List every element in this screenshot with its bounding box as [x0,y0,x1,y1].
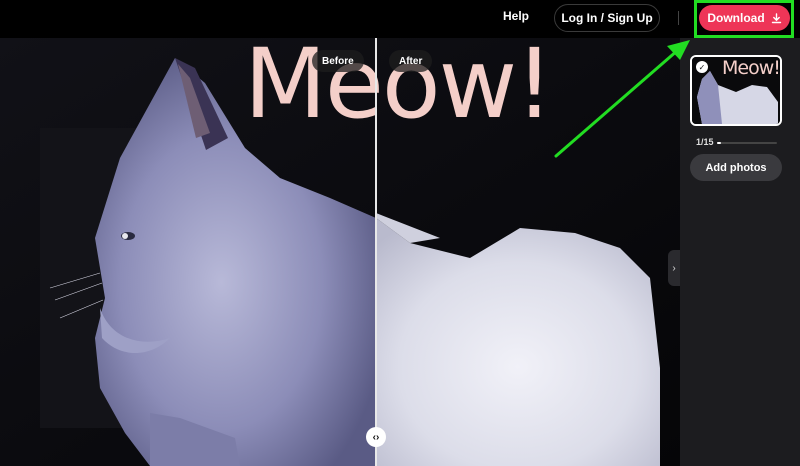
compare-divider[interactable] [375,38,377,466]
download-button[interactable]: Download [699,5,790,31]
split-handle-icon[interactable]: ‹› [366,427,386,447]
photo-progress-bar [717,142,777,144]
thumbnail-overlay-text: Meow! [722,57,780,79]
login-signup-button[interactable]: Log In / Sign Up [554,4,660,32]
help-link[interactable]: Help [503,9,529,23]
divider [678,11,679,25]
image-canvas[interactable]: Meow! Before After ‹› [0,38,680,466]
before-label: Before [312,50,364,72]
photo-thumbnail[interactable]: ✓ Meow! [690,55,782,126]
download-button-label: Download [707,11,765,25]
check-icon: ✓ [696,61,708,73]
top-bar: Help Log In / Sign Up Download [0,0,800,38]
download-icon [771,12,781,23]
after-label: After [389,50,433,72]
photo-counter: 1/15 [696,137,714,147]
photo-progress-fill [717,142,722,144]
add-photos-button[interactable]: Add photos [690,154,782,181]
chevron-right-icon[interactable]: › [668,250,680,286]
